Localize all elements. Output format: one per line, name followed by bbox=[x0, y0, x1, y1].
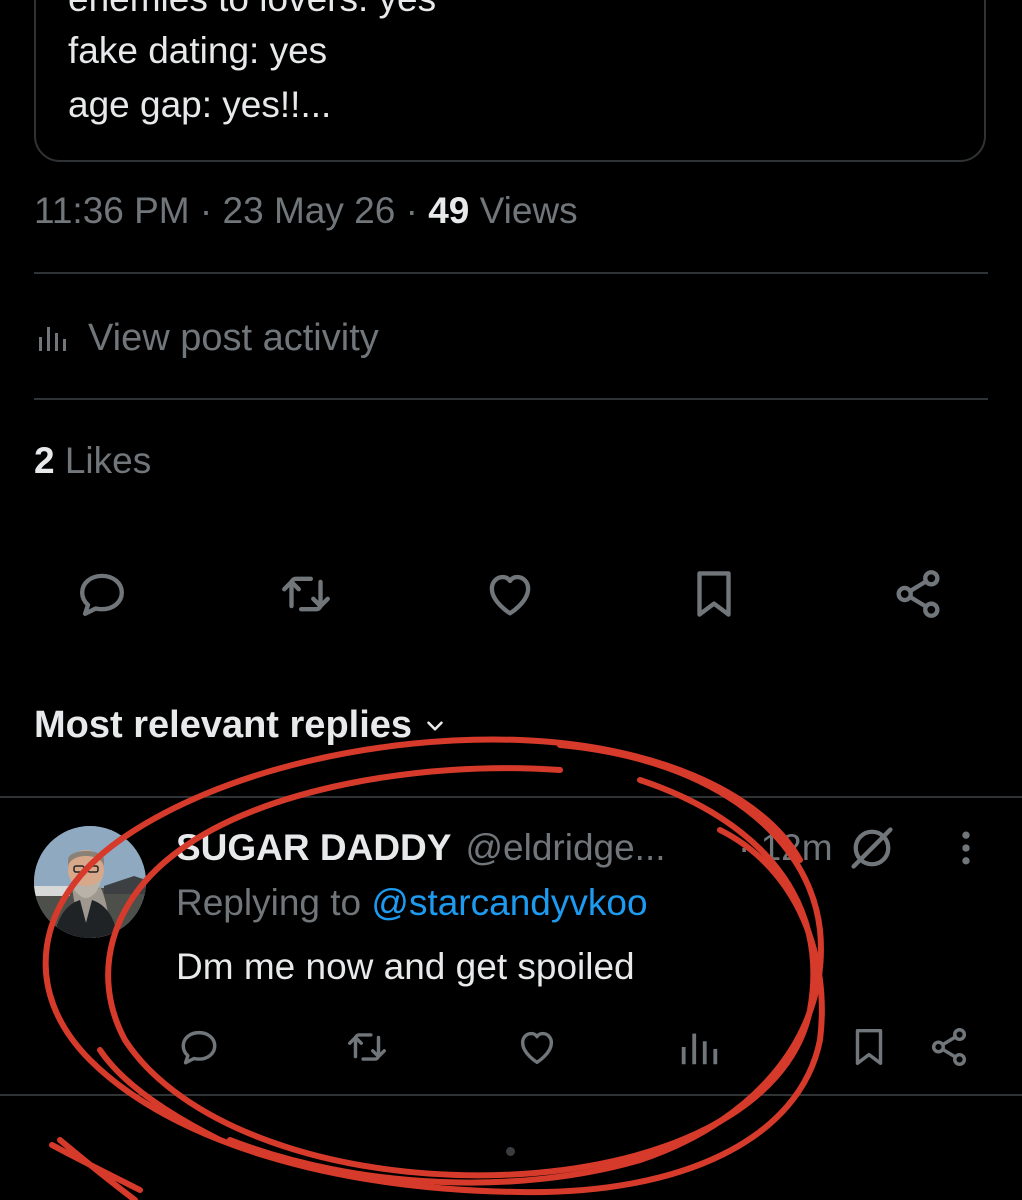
analytics-icon bbox=[681, 1033, 718, 1065]
views-label: Views bbox=[479, 190, 578, 231]
reply-author-row: SUGAR DADDY @eldridge... bbox=[176, 823, 666, 873]
more-options-icon[interactable] bbox=[944, 826, 988, 870]
reply-reply-button[interactable] bbox=[176, 1024, 222, 1070]
likes-summary[interactable]: 2 Likes bbox=[34, 440, 151, 482]
reply-time: · 12m bbox=[738, 823, 833, 873]
avatar-image bbox=[34, 826, 146, 938]
share-icon bbox=[931, 1028, 967, 1066]
post-date: 23 May 26 bbox=[222, 190, 396, 231]
grok-icon[interactable] bbox=[846, 822, 898, 874]
post-text-line: enemies to lovers: yes bbox=[68, 0, 436, 20]
meta-separator: · bbox=[738, 827, 761, 868]
reply-like-button[interactable] bbox=[514, 1024, 560, 1070]
view-post-activity-link[interactable]: View post activity bbox=[36, 314, 379, 362]
replies-sort-dropdown[interactable]: Most relevant replies bbox=[34, 704, 448, 747]
share-button[interactable] bbox=[888, 564, 948, 624]
post-text-card bbox=[34, 0, 986, 162]
reply-icon bbox=[181, 1030, 217, 1065]
views-count: 49 bbox=[428, 190, 470, 231]
replying-to: Replying to @starcandyvkoo bbox=[176, 882, 648, 924]
divider bbox=[34, 398, 988, 400]
meta-separator: · bbox=[405, 190, 429, 231]
repost-button[interactable] bbox=[276, 564, 336, 624]
reply-button[interactable] bbox=[72, 564, 132, 624]
reply-text: Dm me now and get spoiled bbox=[176, 946, 635, 987]
chevron-down-icon bbox=[427, 720, 443, 731]
reply-share-button[interactable] bbox=[926, 1024, 972, 1070]
divider bbox=[0, 1094, 1022, 1096]
activity-label: View post activity bbox=[88, 316, 379, 359]
reply-analytics-button[interactable] bbox=[676, 1024, 722, 1070]
avatar[interactable] bbox=[34, 826, 146, 938]
likes-label: Likes bbox=[64, 440, 152, 481]
like-button[interactable] bbox=[480, 564, 540, 624]
divider bbox=[34, 272, 988, 274]
post-text-line: fake dating: yes bbox=[68, 30, 328, 71]
meta-separator: · bbox=[199, 190, 223, 231]
repost-icon bbox=[348, 1033, 386, 1061]
reply-repost-button[interactable] bbox=[344, 1024, 390, 1070]
like-icon bbox=[489, 574, 531, 616]
replies-header-label: Most relevant replies bbox=[34, 704, 413, 746]
reply-timestamp: 12m bbox=[760, 827, 833, 868]
like-icon bbox=[520, 1031, 554, 1065]
analytics-icon bbox=[39, 327, 66, 351]
bookmark-button[interactable] bbox=[684, 564, 744, 624]
reply-author-name[interactable]: SUGAR DADDY bbox=[176, 827, 451, 869]
reply-author-handle[interactable]: @eldridge... bbox=[465, 827, 665, 869]
loading-indicator bbox=[506, 1147, 515, 1156]
replying-to-prefix: Replying to bbox=[176, 882, 362, 923]
bookmark-icon bbox=[855, 1028, 883, 1066]
post-text-line: age gap: yes!!... bbox=[68, 84, 332, 125]
bookmark-icon bbox=[697, 571, 731, 617]
divider bbox=[0, 796, 1022, 798]
share-icon bbox=[896, 570, 940, 618]
repost-icon bbox=[282, 576, 330, 612]
reply-icon bbox=[80, 573, 124, 616]
replying-to-mention[interactable]: @starcandyvkoo bbox=[371, 882, 647, 923]
post-meta: 11:36 PM · 23 May 26 · 49 Views bbox=[34, 190, 578, 232]
likes-count: 2 bbox=[34, 440, 55, 481]
reply-bookmark-button[interactable] bbox=[846, 1024, 892, 1070]
post-time: 11:36 PM bbox=[34, 190, 190, 231]
